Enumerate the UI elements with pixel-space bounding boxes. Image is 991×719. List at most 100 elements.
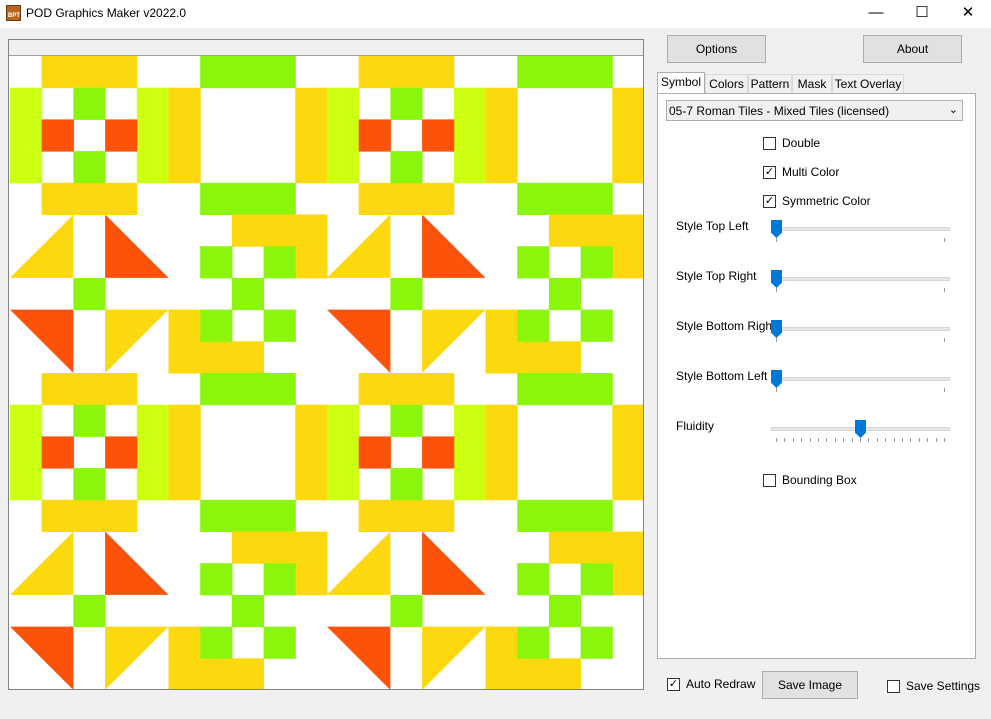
pattern-tile <box>263 563 296 596</box>
save-settings-checkbox[interactable] <box>887 680 900 693</box>
pattern-tile <box>358 436 391 469</box>
slider-tick <box>902 438 903 442</box>
about-button[interactable]: About <box>863 35 962 63</box>
slider-tick <box>910 438 912 442</box>
pattern-tile <box>612 404 643 501</box>
symmetric-color-checkbox[interactable]: ✓ <box>763 195 776 208</box>
multi-color-label: Multi Color <box>782 165 840 179</box>
pattern-tile <box>517 626 550 659</box>
save-settings-label: Save Settings <box>906 679 981 693</box>
style-top-left-label: Style Top Left <box>676 219 749 233</box>
close-icon: ✕ <box>961 4 975 21</box>
pattern-tile <box>105 436 138 469</box>
pattern-tile <box>485 341 582 374</box>
tab-colors[interactable]: Colors <box>705 74 748 93</box>
slider-tick <box>776 338 777 342</box>
slider-tick <box>893 438 895 442</box>
pattern-tile <box>200 373 296 406</box>
pattern-tile <box>453 404 486 501</box>
pattern-tile <box>517 309 550 342</box>
symmetric-color-label: Symmetric Color <box>782 194 871 208</box>
pattern-tile <box>517 182 613 215</box>
style-bottom-right-label: Style Bottom Right <box>676 319 776 333</box>
pattern-tile <box>517 246 550 279</box>
bounding-box-label: Bounding Box <box>782 473 857 487</box>
pattern-tile <box>231 594 265 628</box>
symbol-select[interactable]: 05-7 Roman Tiles - Mixed Tiles (licensed… <box>666 100 963 121</box>
pattern-tile <box>390 151 423 184</box>
horizontal-scrollbar[interactable] <box>8 690 644 707</box>
style-top-left-slider[interactable] <box>771 227 950 231</box>
maximize-icon: ☐ <box>915 4 929 21</box>
tab-symbol[interactable]: Symbol <box>657 72 705 94</box>
slider-tick <box>776 438 777 442</box>
save-image-button[interactable]: Save Image <box>762 671 858 699</box>
close-button[interactable]: ✕ <box>945 0 991 28</box>
pattern-tile <box>73 151 106 184</box>
multi-color-checkbox[interactable]: ✓ <box>763 166 776 179</box>
pattern-tile <box>390 404 423 437</box>
tab-pattern[interactable]: Pattern <box>748 74 792 93</box>
style-bottom-right-slider[interactable] <box>771 327 950 331</box>
pattern-tile <box>390 468 423 501</box>
title-bar: BPT POD Graphics Maker v2022.0 — ☐ ✕ <box>0 0 991 28</box>
pattern-tile <box>73 277 106 311</box>
double-checkbox[interactable] <box>763 137 776 150</box>
pattern-tile <box>168 404 201 501</box>
pattern-tile <box>358 56 455 89</box>
slider-tick <box>944 338 945 342</box>
slider-tick <box>834 438 836 442</box>
pattern-tile <box>517 563 550 596</box>
pattern-tile <box>41 119 74 152</box>
pattern-tile <box>327 404 360 501</box>
slider-tick <box>876 438 878 442</box>
tab-mask[interactable]: Mask <box>792 74 832 93</box>
pattern-tile <box>168 341 265 374</box>
tab-text-overlay[interactable]: Text Overlay <box>832 74 904 93</box>
pattern-tile <box>485 404 518 501</box>
pattern-tile <box>358 499 455 532</box>
pattern-preview <box>10 56 643 689</box>
minimize-button[interactable]: — <box>853 0 899 28</box>
slider-tick <box>843 438 845 442</box>
pattern-tile <box>580 309 613 342</box>
pattern-tile <box>73 87 106 120</box>
slider-tick <box>801 438 803 442</box>
pattern-tile <box>41 436 74 469</box>
slider-tick <box>944 388 945 392</box>
pattern-tile <box>41 373 138 406</box>
pattern-tile <box>295 531 328 596</box>
slider-tick <box>935 438 937 442</box>
pattern-tile <box>327 87 360 184</box>
symbol-select-value: 05-7 Roman Tiles - Mixed Tiles (licensed… <box>669 104 890 118</box>
options-button[interactable]: Options <box>667 35 766 63</box>
maximize-button[interactable]: ☐ <box>899 0 945 28</box>
pattern-tile <box>390 594 423 628</box>
style-top-right-slider[interactable] <box>771 277 950 281</box>
pattern-tile <box>105 119 138 152</box>
style-bottom-left-slider[interactable] <box>771 377 950 381</box>
pattern-tile <box>390 87 423 120</box>
bounding-box-checkbox[interactable] <box>763 474 776 487</box>
pattern-tile <box>200 499 296 532</box>
pattern-tile <box>200 246 233 279</box>
pattern-tile <box>612 214 643 279</box>
pattern-tile <box>548 277 582 311</box>
pattern-tile <box>517 56 613 89</box>
preview-canvas-frame <box>8 39 644 690</box>
slider-tick <box>944 238 945 242</box>
pattern-tile <box>580 246 613 279</box>
auto-redraw-checkbox[interactable]: ✓ <box>667 678 680 691</box>
slider-tick <box>776 388 777 392</box>
slider-tick <box>868 438 870 442</box>
slider-tick <box>944 288 945 292</box>
pattern-tile <box>200 182 296 215</box>
pattern-tile <box>200 563 233 596</box>
pattern-tile <box>41 182 138 215</box>
app-logo-text: BPT <box>8 13 20 19</box>
slider-tick <box>860 438 861 442</box>
pattern-tile <box>422 119 455 152</box>
pattern-tile <box>295 214 328 279</box>
pattern-tile <box>73 468 106 501</box>
slider-tick <box>809 438 811 442</box>
